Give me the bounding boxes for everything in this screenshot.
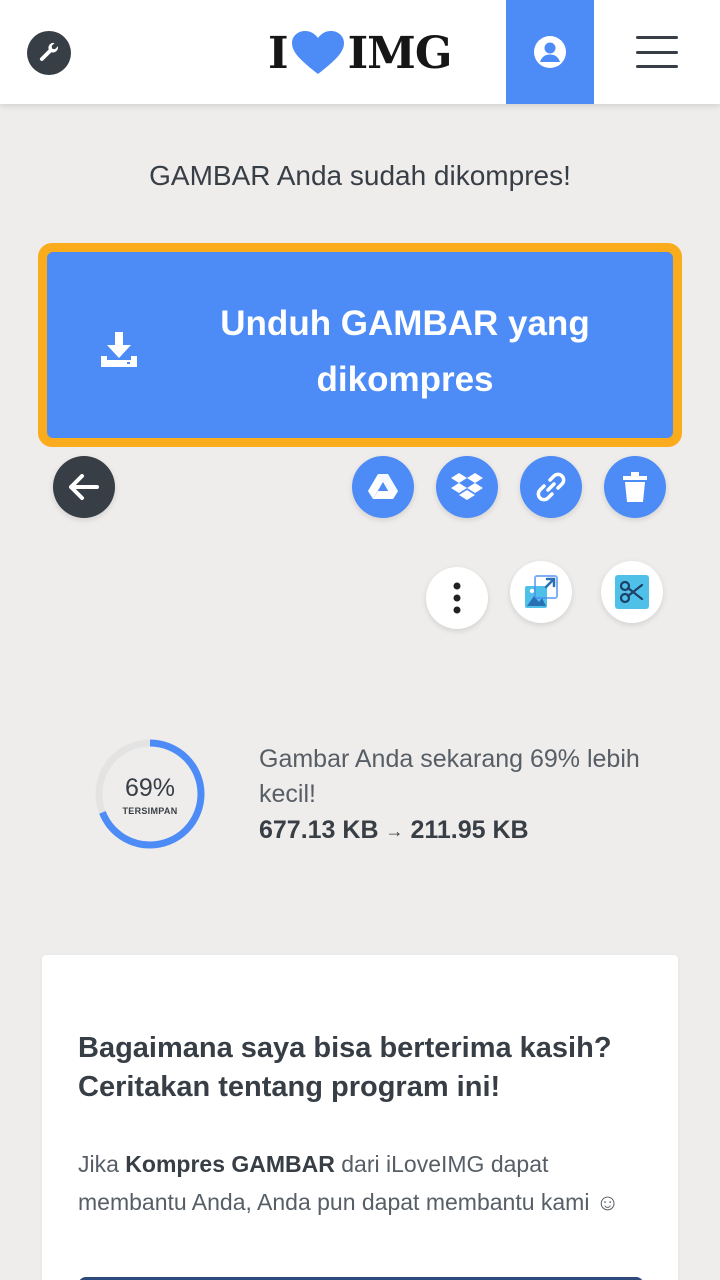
download-button-label: Unduh GAMBAR yang dikompres <box>220 304 590 399</box>
original-size: 677.13 KB <box>259 816 379 844</box>
wrench-icon <box>39 42 58 61</box>
heart-icon <box>290 30 346 76</box>
user-account-button[interactable] <box>506 0 594 104</box>
dropbox-button[interactable] <box>436 456 498 518</box>
card-text-prefix: Jika <box>78 1151 126 1177</box>
ilovimg-logo[interactable]: I IMG <box>268 27 453 79</box>
card-title: Bagaimana saya bisa berterima kasih? Cer… <box>78 1032 612 1103</box>
resize-image-icon <box>525 575 558 608</box>
success-message: GAMBAR Anda sudah dikompres! <box>149 160 571 191</box>
crop-image-button[interactable] <box>601 561 663 623</box>
download-compressed-button[interactable]: Unduh GAMBAR yang dikompres <box>38 243 682 447</box>
savings-percent: 69% <box>124 774 176 802</box>
more-options-button[interactable] <box>426 567 488 629</box>
back-button[interactable] <box>53 456 115 518</box>
compression-stats: 69% TERSIMPAN Gambar Anda sekarang 69% l… <box>0 738 720 858</box>
google-drive-icon <box>368 474 398 499</box>
arrow-right-icon: → <box>385 820 404 841</box>
download-button-body[interactable]: Unduh GAMBAR yang dikompres <box>47 252 673 438</box>
savings-label: TERSIMPAN <box>122 806 178 816</box>
resize-image-button[interactable] <box>510 561 572 623</box>
user-circle-icon <box>534 36 566 68</box>
download-icon <box>101 332 137 367</box>
tools-button[interactable] <box>27 31 71 75</box>
card-text: Jika Kompres GAMBAR dari iLoveIMG dapat … <box>78 1145 638 1221</box>
share-link-button[interactable] <box>520 456 582 518</box>
menu-line <box>636 65 678 68</box>
more-vertical-icon <box>453 582 461 614</box>
arrow-left-icon <box>69 474 99 500</box>
dropbox-icon <box>451 473 483 500</box>
file-size-comparison: 677.13 KB → 211.95 KB <box>259 816 529 845</box>
card-text-tool-name: Kompres GAMBAR <box>125 1151 335 1177</box>
top-header: I IMG <box>0 0 720 104</box>
thank-you-card: Bagaimana saya bisa berterima kasih? Cer… <box>42 955 678 1280</box>
delete-button[interactable] <box>604 456 666 518</box>
hamburger-menu-button[interactable] <box>626 30 688 74</box>
smiley-icon: ☺ <box>595 1189 620 1215</box>
logo-text-img: IMG <box>347 27 453 79</box>
menu-line <box>636 36 678 39</box>
savings-message: Gambar Anda sekarang 69% lebih kecil! <box>259 745 640 808</box>
menu-line <box>636 50 678 54</box>
logo-text-i: I <box>268 27 289 79</box>
compressed-size: 211.95 KB <box>410 816 529 844</box>
crop-scissors-icon <box>615 575 649 609</box>
trash-icon <box>623 472 647 502</box>
link-icon <box>536 472 566 502</box>
google-drive-button[interactable] <box>352 456 414 518</box>
